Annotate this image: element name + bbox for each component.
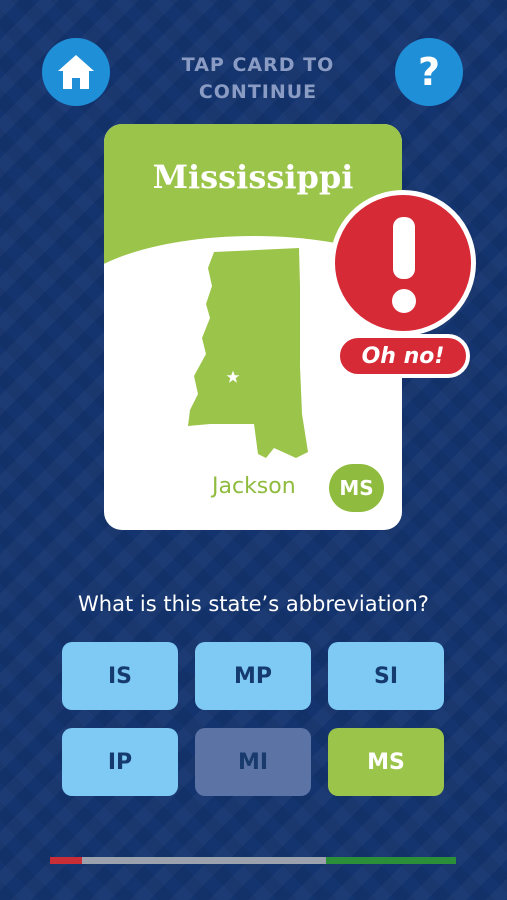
progress-bar <box>50 857 456 864</box>
home-icon <box>58 55 94 89</box>
capital-label: Jackson <box>212 474 296 499</box>
state-map-shape <box>188 248 308 458</box>
oh-no-label: Oh no! <box>336 334 470 378</box>
feedback-alert: Oh no! <box>330 190 476 390</box>
abbreviation-badge: MS <box>329 464 384 512</box>
progress-wrong-segment <box>50 857 83 864</box>
answer-button-ms[interactable]: MS <box>328 728 444 796</box>
exclamation-icon <box>392 217 416 313</box>
answer-button-mi[interactable]: MI <box>195 728 311 796</box>
star-icon <box>226 370 240 383</box>
question-prompt: What is this state’s abbreviation? <box>78 592 429 616</box>
answer-button-si[interactable]: SI <box>328 642 444 710</box>
question-mark-icon: ? <box>417 50 441 94</box>
instruction-line-1: TAP CARD TO <box>181 54 335 76</box>
alert-circle <box>330 190 476 336</box>
progress-correct-segment <box>326 857 456 864</box>
instruction-line-2: CONTINUE <box>198 81 318 103</box>
tap-card-instruction: TAP CARD TO CONTINUE <box>160 52 356 106</box>
progress-pending-segment <box>82 857 327 864</box>
answer-button-mp[interactable]: MP <box>195 642 311 710</box>
help-button[interactable]: ? <box>395 38 463 106</box>
answer-grid: IS MP SI IP MI MS <box>62 642 444 796</box>
home-button[interactable] <box>42 38 110 106</box>
answer-button-is[interactable]: IS <box>62 642 178 710</box>
answer-button-ip[interactable]: IP <box>62 728 178 796</box>
